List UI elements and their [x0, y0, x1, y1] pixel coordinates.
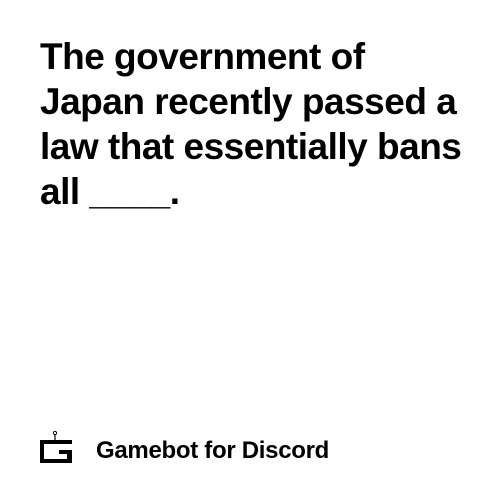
black-card: The government of Japan recently passed …: [0, 0, 500, 500]
card-prompt-text: The government of Japan recently passed …: [40, 36, 462, 212]
brand-name: Gamebot for Discord: [96, 437, 329, 464]
gamebot-logo-icon: [40, 430, 72, 463]
card-footer: Gamebot for Discord: [38, 428, 329, 468]
